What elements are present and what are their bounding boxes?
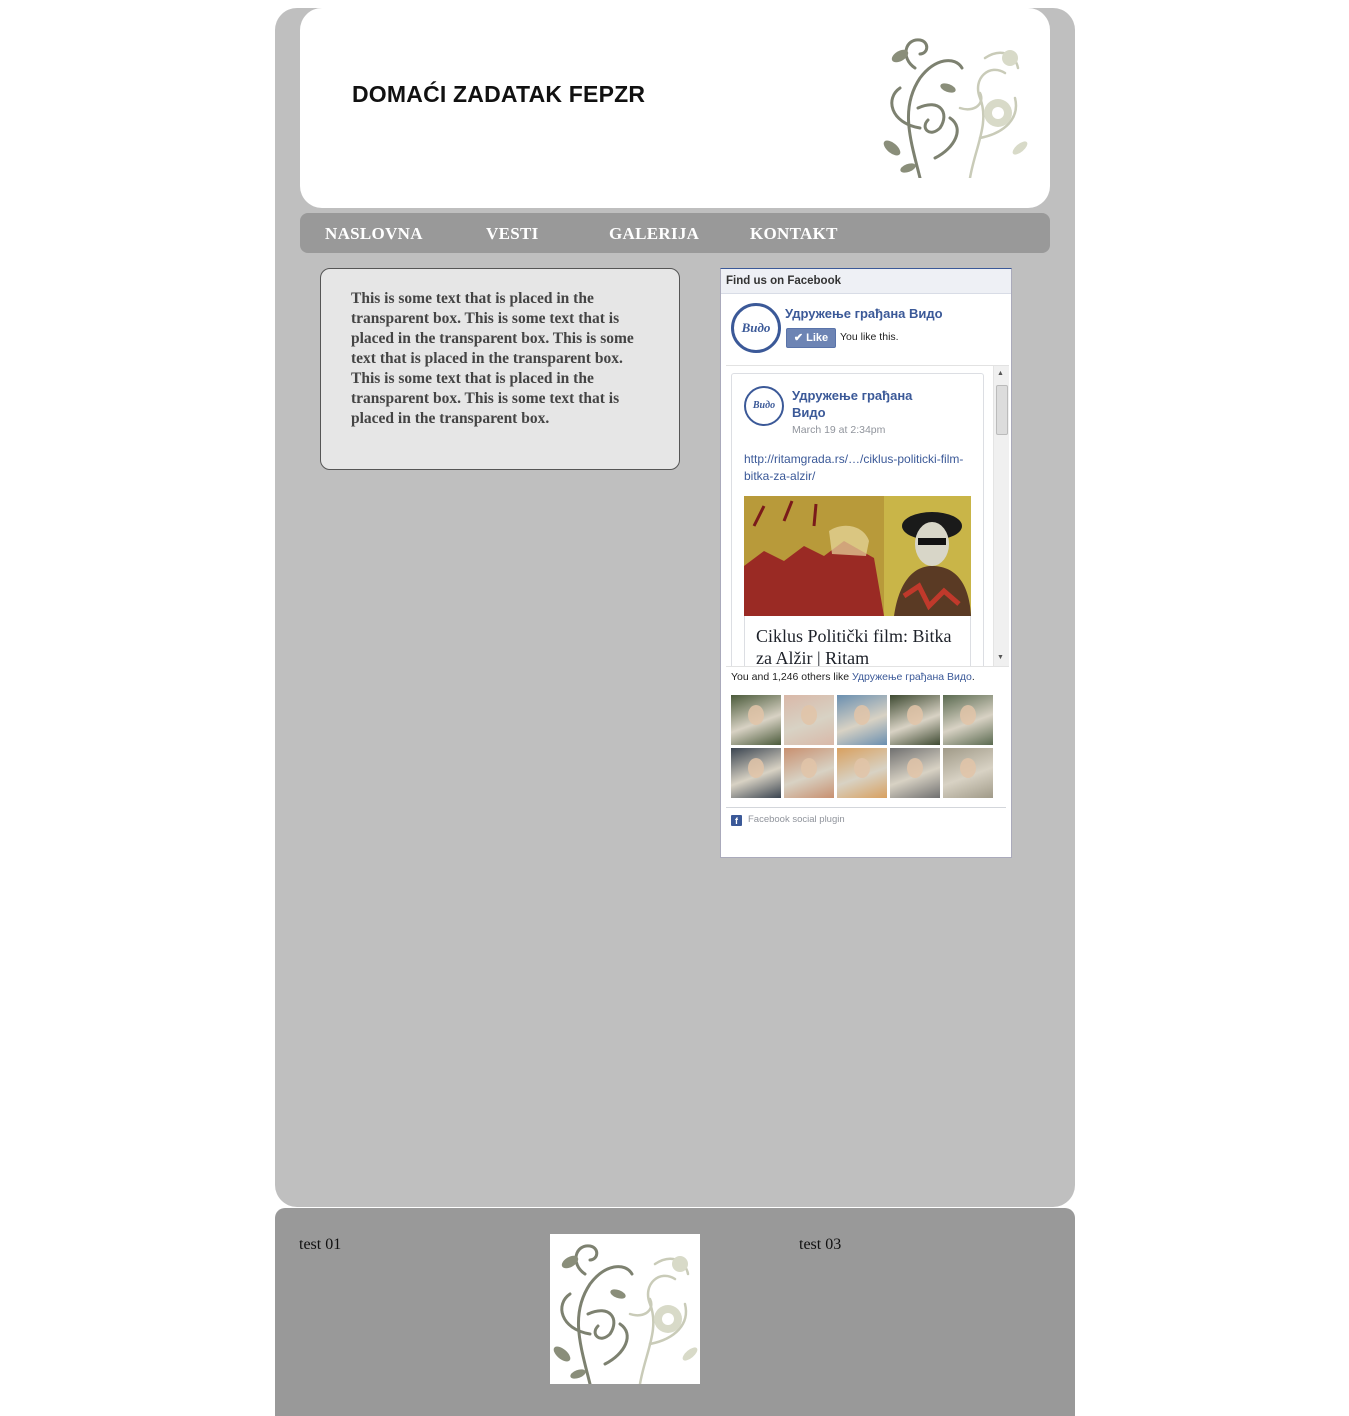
fan-face-icon — [748, 758, 764, 778]
fan-avatar[interactable] — [837, 695, 887, 745]
fan-avatar[interactable] — [837, 748, 887, 798]
fan-face-icon — [960, 758, 976, 778]
feed-post: Видо Удружење грађана Видо March 19 at 2… — [731, 373, 984, 667]
facebook-like-box: Find us on Facebook Видо Удружење грађан… — [720, 268, 1012, 858]
you-like-text: You like this. — [840, 331, 899, 343]
main-nav: NASLOVNA VESTI GALERIJA KONTAKT — [300, 213, 1050, 253]
divider — [726, 807, 1006, 808]
post-avatar-icon[interactable]: Видо — [744, 386, 784, 426]
like-button-label: Like — [806, 332, 829, 344]
fan-face-icon — [907, 705, 923, 725]
fan-avatar[interactable] — [943, 695, 993, 745]
check-icon: ✔ — [793, 332, 804, 344]
page-logo-text: Видо — [741, 320, 771, 335]
floral-ornament-icon — [550, 1234, 700, 1384]
site-title: DOMAĆI ZADATAK FEPZR — [352, 81, 646, 107]
post-card-title: Ciklus Politički film: Bitka za Alžir | … — [756, 626, 952, 667]
fan-avatar[interactable] — [731, 748, 781, 798]
like-count-prefix: You and 1,246 others like — [731, 671, 853, 683]
facebook-feed[interactable]: Видо Удружење грађана Видо March 19 at 2… — [726, 365, 1009, 667]
feed-scrollbar[interactable]: ▲ ▼ — [993, 366, 1009, 666]
fan-face-icon — [854, 705, 870, 725]
fan-face-icon — [907, 758, 923, 778]
nav-kontakt[interactable]: KONTAKT — [750, 224, 838, 244]
fan-face-icon — [960, 705, 976, 725]
header: DOMAĆI ZADATAK FEPZR — [300, 8, 1050, 208]
like-button[interactable]: ✔ Like — [786, 328, 836, 348]
fan-avatar[interactable] — [731, 695, 781, 745]
floral-ornament-icon — [880, 28, 1030, 178]
post-link-card[interactable]: Ciklus Politički film: Bitka za Alžir | … — [744, 616, 971, 667]
fan-face-icon — [748, 705, 764, 725]
social-plugin-footer[interactable]: f Facebook social plugin — [731, 814, 845, 826]
fan-face-icon — [854, 758, 870, 778]
post-author[interactable]: Удружење грађана Видо — [792, 387, 942, 421]
post-avatar-text: Видо — [752, 400, 776, 411]
like-count-page-link[interactable]: Удружење грађана Видо — [852, 671, 972, 683]
post-image[interactable] — [744, 496, 971, 616]
facebook-icon: f — [731, 815, 742, 826]
like-count-suffix: . — [971, 671, 975, 683]
fan-face-icon — [801, 758, 817, 778]
facebook-page-name[interactable]: Удружење грађана Видо — [785, 306, 943, 321]
fan-avatar[interactable] — [784, 748, 834, 798]
fan-avatar[interactable] — [943, 748, 993, 798]
nav-naslovna[interactable]: NASLOVNA — [325, 224, 423, 244]
footer: test 01 test 03 — [275, 1208, 1075, 1416]
page-logo-icon[interactable]: Видо — [731, 303, 781, 353]
footer-col-1: test 01 — [299, 1236, 342, 1253]
fan-avatar[interactable] — [890, 748, 940, 798]
post-link[interactable]: http://ritamgrada.rs/…/ciklus-politicki-… — [744, 451, 969, 485]
transparent-text-box: This is some text that is placed in the … — [320, 268, 680, 470]
like-count: You and 1,246 others like Удружење грађа… — [731, 671, 975, 683]
nav-vesti[interactable]: VESTI — [486, 224, 539, 244]
plugin-label: Facebook social plugin — [748, 814, 845, 825]
fan-avatar[interactable] — [890, 695, 940, 745]
scroll-thumb[interactable] — [996, 385, 1008, 435]
page-wrapper: DOMAĆI ZADATAK FEPZR NASLOVNA VESTI GALE… — [275, 8, 1075, 1207]
nav-galerija[interactable]: GALERIJA — [609, 224, 699, 244]
fan-face-icon — [801, 705, 817, 725]
facebook-heading: Find us on Facebook — [721, 269, 1011, 294]
post-timestamp[interactable]: March 19 at 2:34pm — [792, 424, 885, 436]
fan-avatar[interactable] — [784, 695, 834, 745]
footer-col-3: test 03 — [799, 1236, 842, 1253]
scroll-up-icon[interactable]: ▲ — [997, 370, 1004, 377]
scroll-down-icon[interactable]: ▼ — [997, 654, 1004, 661]
